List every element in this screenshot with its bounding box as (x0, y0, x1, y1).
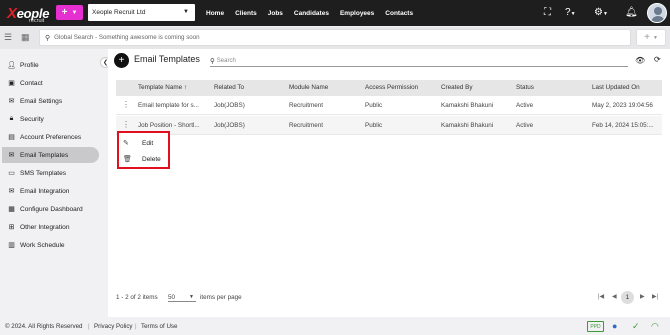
company-select[interactable]: Xeople Recruit Ltd ▼ (88, 4, 195, 21)
row-actions-icon[interactable]: ⋮ (122, 120, 130, 129)
lock-icon: 🔒︎ (9, 115, 14, 122)
privacy-policy-link[interactable]: Privacy Policy (94, 323, 133, 330)
footer: © 2024. All Rights Reserved | Privacy Po… (0, 319, 670, 335)
pagination: 1 - 2 of 2 items 50 ▼ items per page |◀ ◀… (116, 291, 662, 305)
table-row[interactable]: ⋮ Email template for s... Job(JOBS) Recr… (116, 96, 662, 115)
grid-view-icon[interactable]: ▦ (21, 32, 33, 43)
last-page-icon[interactable]: ▶| (652, 293, 658, 300)
sidebar-item-email-settings[interactable]: ✉ Email Settings (2, 93, 99, 109)
fullscreen-icon[interactable]: ⛶ (544, 7, 551, 18)
calendar-icon: ▥ (8, 242, 15, 249)
list-search-input[interactable]: ⚲ Search (210, 55, 628, 67)
check-circle-icon[interactable]: ✓ (632, 321, 640, 332)
chevron-down-icon: ▼ (652, 34, 658, 41)
chevron-down-icon: ▼ (71, 9, 78, 16)
delete-menu-item[interactable]: 🗑︎ Delete (123, 152, 167, 166)
eye-icon[interactable]: 👁︎ (635, 56, 645, 65)
nav-contacts[interactable]: Contacts (385, 10, 413, 17)
table-row[interactable]: ⋮ Job Position - Shortl... Job(JOBS) Rec… (116, 116, 662, 135)
table-header: Template Name ↑ Related To Module Name A… (116, 80, 662, 96)
person-icon: 👤︎ (7, 62, 16, 69)
chevron-down-icon: ▼ (183, 9, 189, 15)
column-header[interactable]: Related To (214, 84, 244, 91)
next-page-icon[interactable]: ▶ (640, 293, 645, 300)
logo-subtitle: recruit (29, 18, 45, 24)
integration-icon: ⊞ (8, 224, 15, 231)
row-context-menu: ✎ Edit 🗑︎ Delete (117, 131, 170, 169)
pencil-icon: ✎ (123, 140, 129, 147)
refresh-icon[interactable]: ⟳ (654, 55, 661, 64)
sidebar-item-sms-templates[interactable]: ▭ SMS Templates (2, 165, 99, 181)
nav-jobs[interactable]: Jobs (268, 10, 283, 17)
nav-candidates[interactable]: Candidates (294, 10, 329, 17)
wifi-icon[interactable]: ◠ (651, 321, 659, 332)
global-search-input[interactable]: ⚲ Global Search - Something awesome is c… (39, 29, 631, 46)
trash-icon: 🗑︎ (123, 156, 132, 163)
contact-card-icon: ▣ (8, 80, 15, 87)
sidebar-item-account-preferences[interactable]: ▤ Account Preferences (2, 129, 99, 145)
column-header[interactable]: Module Name (289, 84, 328, 91)
email-integration-icon: ✉ (8, 188, 15, 195)
main-nav: Home Clients Jobs Candidates Employees C… (206, 0, 413, 26)
column-header[interactable]: Last Updated On (592, 84, 640, 91)
row-actions-icon[interactable]: ⋮ (122, 100, 130, 109)
column-header[interactable]: Status (516, 84, 534, 91)
help-icon[interactable]: ?▼ (565, 7, 576, 18)
dashboard-icon: ▦ (8, 206, 15, 213)
list-view-icon[interactable]: ☰ (4, 32, 16, 43)
pagination-range: 1 - 2 of 2 items (116, 294, 158, 301)
avatar[interactable] (647, 3, 667, 23)
search-icon: ⚲ (210, 57, 215, 65)
sidebar-item-email-integration[interactable]: ✉ Email Integration (2, 183, 99, 199)
add-dropdown-button[interactable]: + ▼ (636, 29, 666, 46)
email-icon: ✉ (8, 98, 15, 105)
add-template-button[interactable]: + (114, 53, 129, 68)
search-icon: ⚲ (45, 34, 51, 42)
column-header[interactable]: Access Permission (365, 84, 418, 91)
per-page-label: items per page (200, 294, 242, 301)
prev-page-icon[interactable]: ◀ (612, 293, 617, 300)
page-title: Email Templates (134, 54, 200, 64)
quick-add-button[interactable]: + ▼ (56, 5, 83, 20)
xeople-logo[interactable]: Xeople recruit (3, 2, 53, 24)
sidebar-item-other-integration[interactable]: ⊞ Other Integration (2, 219, 99, 235)
account-icon: ▤ (8, 134, 15, 141)
sidebar-item-email-templates[interactable]: ✉ Email Templates (2, 147, 99, 163)
current-page[interactable]: 1 (621, 291, 634, 304)
bell-icon[interactable]: 🔔︎ (625, 7, 638, 18)
sort-arrow-icon: ↑ (183, 84, 188, 91)
user-status-icon[interactable]: ● (612, 321, 617, 331)
ppd-badge[interactable]: PPD (587, 321, 604, 332)
column-header[interactable]: Created By (441, 84, 473, 91)
nav-employees[interactable]: Employees (340, 10, 374, 17)
terms-of-use-link[interactable]: Terms of Use (141, 323, 177, 330)
nav-home[interactable]: Home (206, 10, 224, 17)
settings-icon[interactable]: ⚙▼ (594, 7, 608, 18)
copyright-text: © 2024. All Rights Reserved (5, 323, 83, 330)
nav-clients[interactable]: Clients (235, 10, 257, 17)
email-open-icon: ✉ (8, 152, 15, 159)
sidebar-item-configure-dashboard[interactable]: ▦ Configure Dashboard (2, 201, 99, 217)
page-size-select[interactable]: 50 ▼ (168, 291, 196, 302)
sidebar-item-security[interactable]: 🔒︎ Security (2, 111, 99, 127)
sidebar-item-work-schedule[interactable]: ▥ Work Schedule (2, 237, 99, 253)
first-page-icon[interactable]: |◀ (598, 293, 604, 300)
sidebar-item-contact[interactable]: ▣ Contact (2, 75, 99, 91)
column-header[interactable]: Template Name ↑ (138, 84, 187, 91)
edit-menu-item[interactable]: ✎ Edit (123, 136, 167, 150)
sms-icon: ▭ (8, 170, 15, 177)
sidebar-item-profile[interactable]: 👤︎ Profile (2, 57, 99, 73)
chevron-down-icon: ▼ (189, 294, 194, 300)
